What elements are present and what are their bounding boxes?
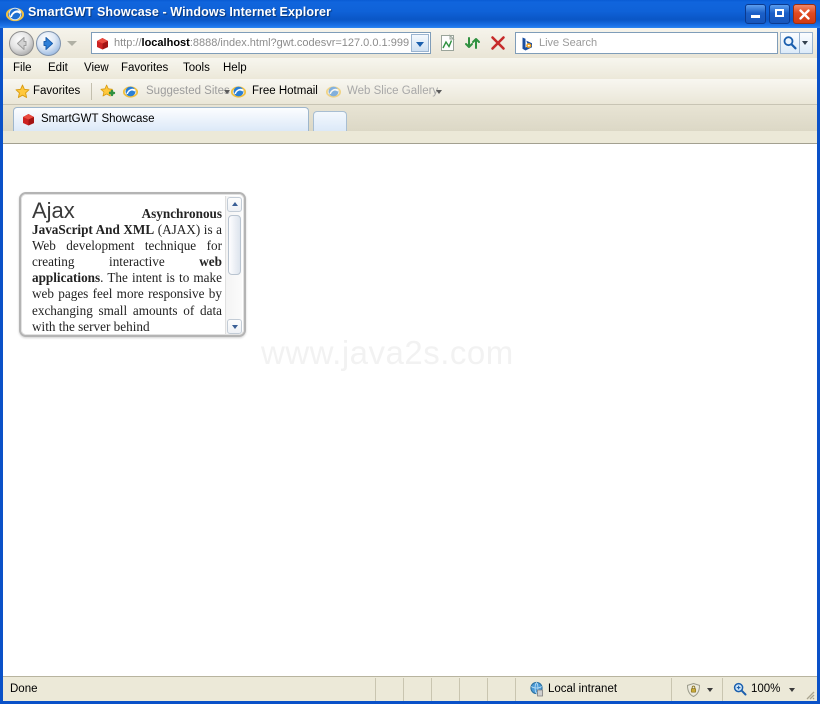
- stop-icon: [491, 36, 505, 50]
- back-arrow-icon: [17, 37, 27, 50]
- security-zone-label: Local intranet: [548, 683, 618, 695]
- favorites-item-suggested-sites[interactable]: Suggested Sites: [146, 85, 230, 97]
- compatibility-view-button[interactable]: [437, 32, 459, 54]
- search-placeholder: Live Search: [539, 37, 598, 49]
- tab-label: SmartGWT Showcase: [41, 113, 155, 125]
- status-separator: [515, 678, 516, 701]
- favorites-bar: Favorites Suggested Sites Free Hotmail W…: [3, 79, 817, 105]
- ajax-widget-inner: Ajax Asynchronous JavaScript And XML (AJ…: [21, 194, 244, 335]
- chevron-down-icon: [802, 41, 808, 45]
- status-separator: [403, 678, 404, 701]
- favorites-item-web-slice-gallery[interactable]: Web Slice Gallery: [347, 85, 438, 97]
- internet-explorer-icon: [5, 5, 25, 23]
- search-icon: [783, 36, 797, 50]
- refresh-icon: [465, 37, 480, 49]
- bing-icon: [519, 36, 535, 52]
- minimize-icon: [751, 15, 760, 18]
- chevron-down-icon[interactable]: [224, 90, 230, 94]
- menu-file[interactable]: File: [13, 62, 32, 74]
- menu-favorites[interactable]: Favorites: [121, 62, 168, 74]
- search-input[interactable]: Live Search: [515, 32, 778, 54]
- close-icon: [799, 9, 810, 20]
- scrollbar-thumb[interactable]: [228, 215, 241, 275]
- navigation-bar: http://localhost:8888/index.html?gwt.cod…: [3, 28, 817, 58]
- status-bar: Done Local intranet 100%: [3, 676, 817, 701]
- search-go-button[interactable]: [780, 32, 800, 54]
- stop-button[interactable]: [487, 32, 509, 54]
- resize-grip[interactable]: [803, 688, 815, 700]
- address-dropdown-button[interactable]: [411, 34, 429, 52]
- scroll-down-button[interactable]: [227, 319, 242, 334]
- status-message: Done: [10, 683, 38, 695]
- zoom-icon: [733, 682, 747, 696]
- menu-edit[interactable]: Edit: [48, 62, 68, 74]
- add-to-favorites-bar-icon[interactable]: [100, 84, 116, 103]
- ajax-text-widget[interactable]: Ajax Asynchronous JavaScript And XML (AJ…: [19, 192, 246, 337]
- smartgwt-icon: [21, 112, 36, 127]
- close-button[interactable]: [793, 4, 816, 24]
- favorites-star-icon: [15, 84, 30, 102]
- ie-icon: [122, 84, 139, 102]
- menu-help[interactable]: Help: [223, 62, 247, 74]
- ajax-heading: Ajax: [32, 198, 75, 223]
- triangle-up-icon: [231, 202, 238, 206]
- recent-pages-dropdown[interactable]: [67, 41, 77, 46]
- address-text: http://localhost:8888/index.html?gwt.cod…: [114, 37, 410, 49]
- tab-bar: SmartGWT Showcase: [3, 105, 817, 131]
- refresh-button[interactable]: [462, 32, 484, 54]
- tab-smartgwt-showcase[interactable]: SmartGWT Showcase: [13, 107, 309, 131]
- title-bar: SmartGWT Showcase - Windows Internet Exp…: [0, 0, 820, 28]
- ie-icon: [230, 84, 247, 102]
- forward-button[interactable]: [36, 31, 61, 56]
- ajax-widget-scrollbar[interactable]: [225, 196, 242, 334]
- window-title: SmartGWT Showcase - Windows Internet Exp…: [28, 5, 332, 19]
- menu-tools[interactable]: Tools: [183, 62, 210, 74]
- address-bar[interactable]: http://localhost:8888/index.html?gwt.cod…: [91, 32, 431, 54]
- status-separator: [459, 678, 460, 701]
- new-tab-button[interactable]: [313, 111, 347, 131]
- page-viewport: www.java2s.com Ajax Asynchronous JavaScr…: [3, 143, 817, 676]
- search-provider-dropdown[interactable]: [800, 32, 813, 54]
- triangle-down-icon: [231, 325, 238, 329]
- minimize-button[interactable]: [745, 4, 766, 24]
- forward-arrow-icon: [43, 37, 53, 50]
- status-separator: [375, 678, 376, 701]
- zoom-level-label[interactable]: 100%: [751, 683, 780, 695]
- chevron-down-icon[interactable]: [436, 90, 442, 94]
- maximize-button[interactable]: [769, 4, 790, 24]
- smartgwt-icon: [95, 36, 110, 51]
- protected-mode-icon: [685, 682, 702, 698]
- compatibility-view-icon: [441, 34, 455, 51]
- status-separator: [722, 678, 723, 701]
- status-separator: [431, 678, 432, 701]
- menu-view[interactable]: View: [84, 62, 109, 74]
- status-separator: [671, 678, 672, 701]
- globe-icon: [529, 681, 545, 697]
- chevron-down-icon[interactable]: [789, 688, 795, 692]
- menu-bar: File Edit View Favorites Tools Help: [3, 58, 817, 79]
- favorites-button-label[interactable]: Favorites: [33, 85, 80, 97]
- back-button[interactable]: [9, 31, 34, 56]
- favorites-item-free-hotmail[interactable]: Free Hotmail: [252, 85, 318, 97]
- page-watermark: www.java2s.com: [261, 334, 514, 371]
- browser-window: SmartGWT Showcase - Windows Internet Exp…: [0, 0, 820, 704]
- ie-icon: [325, 84, 342, 102]
- favorites-separator: [91, 83, 92, 100]
- status-separator: [487, 678, 488, 701]
- client-area: http://localhost:8888/index.html?gwt.cod…: [3, 28, 817, 701]
- maximize-icon: [775, 9, 784, 17]
- chevron-down-icon: [416, 42, 424, 47]
- ajax-widget-text: Ajax Asynchronous JavaScript And XML (AJ…: [32, 200, 222, 334]
- chevron-down-icon[interactable]: [707, 688, 713, 692]
- scroll-up-button[interactable]: [227, 197, 242, 212]
